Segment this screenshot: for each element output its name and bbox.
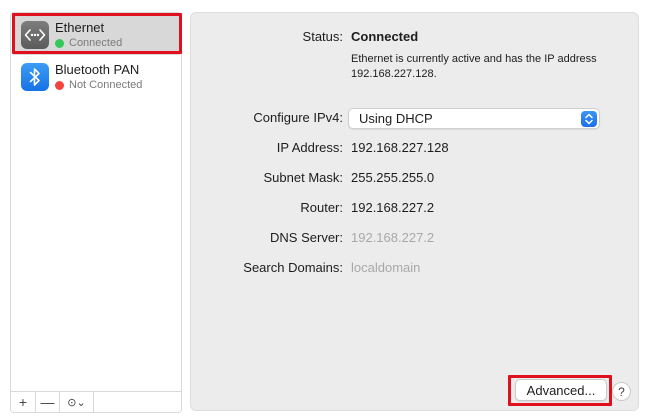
- router-value: 192.168.227.2: [351, 200, 435, 215]
- status-label: Status:: [302, 29, 343, 44]
- service-status-text: Not Connected: [69, 79, 143, 91]
- search-domains-label: Search Domains:: [243, 260, 343, 275]
- status-value: Connected: [351, 29, 419, 44]
- bluetooth-icon: [21, 63, 49, 91]
- configure-ipv4-select[interactable]: Using DHCP: [348, 108, 600, 129]
- service-status-text: Connected: [69, 37, 123, 49]
- chevron-updown-icon: [581, 110, 597, 127]
- service-list-toolbar: + — ⊙⌄: [11, 391, 181, 412]
- service-status: Connected: [55, 37, 122, 50]
- service-status: Not Connected: [55, 79, 142, 92]
- status-dot-red: [55, 81, 64, 90]
- dns-server-value[interactable]: 192.168.227.2: [351, 230, 434, 245]
- network-detail-panel: Status: Connected Ethernet is currently …: [190, 12, 639, 411]
- ip-address-value: 192.168.227.128: [351, 140, 449, 155]
- advanced-button[interactable]: Advanced...: [515, 379, 607, 401]
- configure-ipv4-label: Configure IPv4:: [253, 110, 343, 125]
- status-dot-green: [55, 39, 64, 48]
- add-service-button[interactable]: +: [11, 392, 36, 412]
- ethernet-icon: [21, 21, 49, 49]
- service-name: Ethernet: [55, 20, 105, 35]
- subnet-mask-value: 255.255.255.0: [351, 170, 435, 185]
- help-button[interactable]: ?: [612, 382, 631, 401]
- action-menu-button[interactable]: ⊙⌄: [60, 392, 94, 412]
- search-domains-value[interactable]: localdomain: [351, 260, 420, 275]
- configure-ipv4-value: Using DHCP: [359, 111, 433, 126]
- router-label: Router:: [300, 200, 343, 215]
- service-item-ethernet[interactable]: Ethernet Connected: [13, 15, 180, 55]
- remove-service-button[interactable]: —: [36, 392, 60, 412]
- dns-server-label: DNS Server:: [270, 230, 343, 245]
- subnet-mask-label: Subnet Mask:: [263, 170, 344, 185]
- ip-address-label: IP Address:: [276, 140, 343, 155]
- status-description: Ethernet is currently active and has the…: [351, 53, 597, 80]
- service-name: Bluetooth PAN: [55, 62, 140, 77]
- service-list: Ethernet Connected Bluetooth PAN Not Con…: [10, 12, 182, 413]
- service-item-bluetooth-pan[interactable]: Bluetooth PAN Not Connected: [13, 57, 180, 97]
